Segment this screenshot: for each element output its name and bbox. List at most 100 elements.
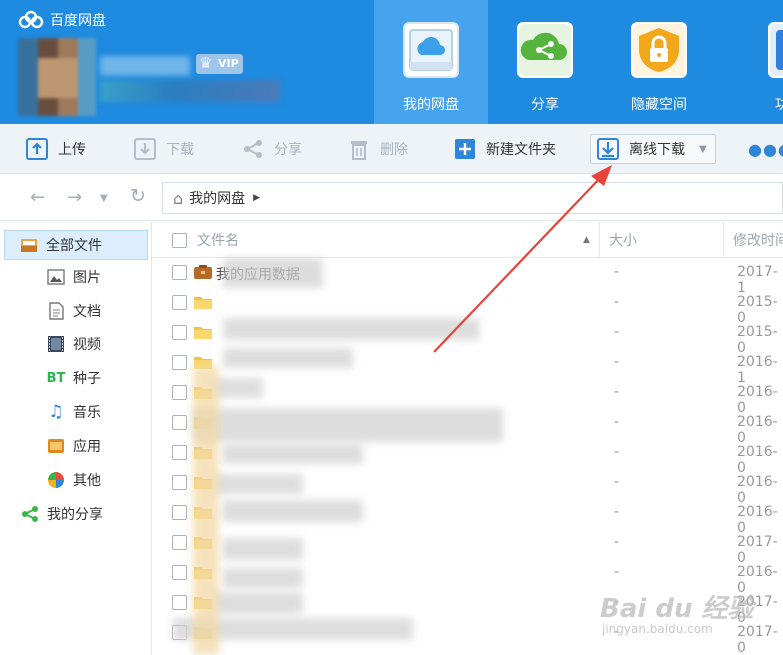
folder-icon xyxy=(193,294,213,310)
column-modified[interactable]: 修改时间 xyxy=(733,222,783,258)
toolbar: 上传 下载 分享 删除 新建文件夹 离线下载 ▼ ●●● 更 xyxy=(0,124,783,174)
share-icon xyxy=(20,504,40,524)
row-checkbox[interactable] xyxy=(172,445,187,460)
app-data-folder-icon xyxy=(193,264,213,280)
video-icon xyxy=(46,334,66,354)
column-name[interactable]: 文件名 xyxy=(197,222,239,258)
vip-badge[interactable]: VIP xyxy=(196,53,243,74)
trash-icon xyxy=(348,138,370,160)
offline-download-button[interactable]: 离线下载 ▼ xyxy=(590,134,716,164)
chevron-down-icon: ▼ xyxy=(699,143,707,155)
sidebar-item-images[interactable]: 图片 xyxy=(0,262,152,292)
sidebar-item-all-files[interactable]: 全部文件 xyxy=(4,230,148,260)
quota-blurred xyxy=(100,80,280,102)
file-size: - xyxy=(614,474,620,490)
tab-hidden-space[interactable]: 隐藏空间 xyxy=(602,0,716,124)
tab-hidden-space-label: 隐藏空间 xyxy=(631,97,687,113)
file-size: - xyxy=(614,264,620,280)
watermark-url: jingyan.baidu.com xyxy=(602,622,713,636)
breadcrumb-chevron-icon[interactable]: ▶ xyxy=(253,193,260,203)
row-checkbox[interactable] xyxy=(172,475,187,490)
baidu-cloud-logo-icon xyxy=(18,10,44,29)
app-icon xyxy=(46,436,66,456)
sidebar-item-videos[interactable]: 视频 xyxy=(0,329,152,359)
tab-my-drive-label: 我的网盘 xyxy=(403,97,459,113)
sort-asc-icon[interactable]: ▲ xyxy=(583,222,590,258)
watermark-logo: Bai du 经验 xyxy=(600,594,754,624)
row-checkbox[interactable] xyxy=(172,595,187,610)
file-size: - xyxy=(614,294,620,310)
offline-download-icon xyxy=(597,138,619,160)
bt-icon: BT xyxy=(46,370,66,386)
breadcrumb-root[interactable]: 我的网盘 xyxy=(189,188,245,208)
sidebar-item-other[interactable]: 其他 xyxy=(0,465,152,495)
download-icon xyxy=(134,138,156,160)
wrench-icon xyxy=(768,22,783,78)
more-dots-icon: ●●● xyxy=(748,139,783,159)
table-row[interactable]: -2015-0 xyxy=(153,288,783,326)
sidebar: 全部文件 图片 文档 视频 BT 种子 ♫ 音乐 应用 其他 我的分享 xyxy=(0,222,152,655)
back-arrow-icon[interactable]: ← xyxy=(30,187,45,208)
row-checkbox[interactable] xyxy=(172,295,187,310)
address-bar: ← → ▼ ↻ ⌂ 我的网盘 ▶ xyxy=(0,175,783,221)
file-list-header: 文件名 ▲ 大小 修改时间 xyxy=(153,222,783,258)
history-dropdown-icon[interactable]: ▼ xyxy=(100,193,108,204)
delete-button[interactable]: 删除 xyxy=(348,134,408,164)
other-icon xyxy=(46,470,66,490)
username-blurred xyxy=(100,56,190,76)
cloud-drive-icon xyxy=(403,22,459,78)
file-size: - xyxy=(614,564,620,580)
more-button[interactable]: ●●● 更 xyxy=(748,134,783,164)
file-size: - xyxy=(614,324,620,340)
sidebar-item-music[interactable]: ♫ 音乐 xyxy=(0,397,152,427)
forward-arrow-icon[interactable]: → xyxy=(67,187,82,208)
tab-share-label: 分享 xyxy=(531,97,559,113)
folder-tree-icon xyxy=(19,235,39,255)
tab-share[interactable]: 分享 xyxy=(488,0,602,124)
row-checkbox[interactable] xyxy=(172,505,187,520)
file-size: - xyxy=(614,414,620,430)
new-folder-icon xyxy=(454,138,476,160)
avatar[interactable] xyxy=(18,38,96,116)
document-icon xyxy=(46,301,66,321)
row-checkbox[interactable] xyxy=(172,535,187,550)
file-size: - xyxy=(614,444,620,460)
file-size: - xyxy=(614,354,620,370)
share-button[interactable]: 分享 xyxy=(242,134,302,164)
tab-tools-label: 功能宝 xyxy=(775,97,783,113)
row-checkbox[interactable] xyxy=(172,565,187,580)
share-icon xyxy=(517,22,573,78)
share-small-icon xyxy=(242,138,264,160)
new-folder-button[interactable]: 新建文件夹 xyxy=(454,134,556,164)
upload-icon xyxy=(26,138,48,160)
file-size: - xyxy=(614,504,620,520)
folder-icon xyxy=(193,324,213,340)
sidebar-item-documents[interactable]: 文档 xyxy=(0,296,152,326)
select-all-checkbox[interactable] xyxy=(172,222,187,258)
file-size: - xyxy=(614,384,620,400)
row-checkbox[interactable] xyxy=(172,265,187,280)
row-checkbox[interactable] xyxy=(172,415,187,430)
sidebar-item-apps[interactable]: 应用 xyxy=(0,431,152,461)
tab-my-drive[interactable]: 我的网盘 xyxy=(374,0,488,124)
column-size[interactable]: 大小 xyxy=(609,222,637,258)
upload-button[interactable]: 上传 xyxy=(26,134,86,164)
row-checkbox[interactable] xyxy=(172,355,187,370)
row-checkbox[interactable] xyxy=(172,325,187,340)
app-header: 百度网盘 VIP 我的网盘 分享 xyxy=(0,0,783,124)
music-icon: ♫ xyxy=(48,402,64,422)
download-button[interactable]: 下载 xyxy=(134,134,194,164)
image-icon xyxy=(46,267,66,287)
breadcrumb: ⌂ 我的网盘 ▶ xyxy=(162,182,783,214)
tab-tools[interactable]: 功能宝 xyxy=(716,0,783,124)
app-brand: 百度网盘 xyxy=(18,10,106,30)
file-modified-date: 2017-0 xyxy=(737,624,778,655)
file-size: - xyxy=(614,534,620,550)
sidebar-item-my-shares[interactable]: 我的分享 xyxy=(0,499,152,529)
home-icon[interactable]: ⌂ xyxy=(173,189,183,208)
refresh-icon[interactable]: ↻ xyxy=(130,185,146,207)
sidebar-item-torrents[interactable]: BT 种子 xyxy=(0,363,152,393)
app-title: 百度网盘 xyxy=(50,13,106,29)
row-checkbox[interactable] xyxy=(172,385,187,400)
lock-icon xyxy=(631,22,687,78)
